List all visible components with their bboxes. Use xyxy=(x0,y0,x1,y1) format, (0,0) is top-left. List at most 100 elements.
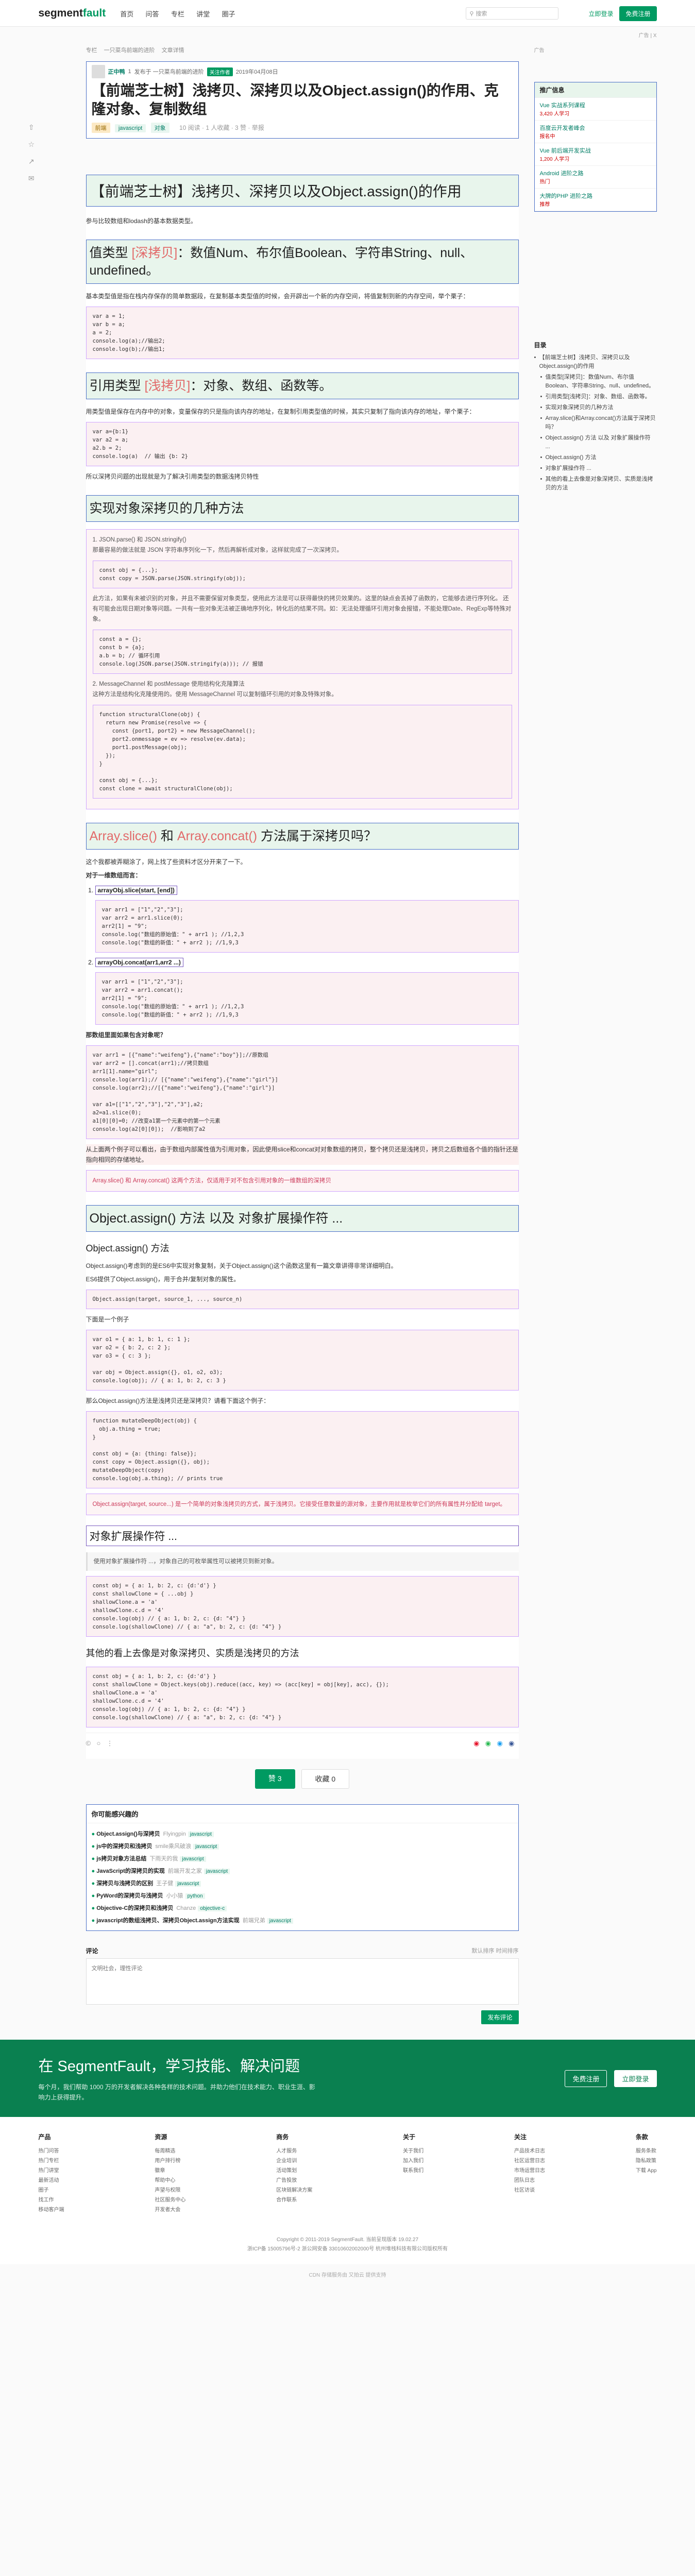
nav-lecture[interactable]: 讲堂 xyxy=(196,10,210,18)
crumb-column[interactable]: 专栏 xyxy=(86,47,97,54)
related-item-title[interactable]: JavaScript的深拷贝的实现 xyxy=(96,1868,165,1874)
footer-link[interactable]: 下载 App xyxy=(636,2166,657,2176)
tag[interactable]: javascript xyxy=(114,124,146,132)
promo-item[interactable]: 大牌的PHP 进阶之路 推荐 xyxy=(534,189,656,211)
tag[interactable]: 对象 xyxy=(150,123,169,133)
avatar[interactable] xyxy=(91,65,105,78)
related-item[interactable]: ● js中的深拷贝和浅拷贝 smile乘风破浪 javascript xyxy=(92,1840,513,1852)
footer-link[interactable]: 找工作 xyxy=(39,2195,64,2205)
related-item-tag[interactable]: javascript xyxy=(193,1844,219,1850)
toc-item[interactable]: Array.slice()和Array.concat()方法属于深拷贝吗？ xyxy=(534,414,657,432)
footer-link[interactable]: 热门讲堂 xyxy=(39,2166,64,2176)
related-item[interactable]: ● js拷贝对象方法总结 下雨天的我 javascript xyxy=(92,1852,513,1865)
ad-tip[interactable]: 广告 | X xyxy=(39,27,657,46)
copyright-icon[interactable]: © xyxy=(86,1739,91,1747)
crumb-series[interactable]: 一只菜鸟前端的进阶 xyxy=(104,47,155,54)
related-item-tag[interactable]: javascript xyxy=(267,1918,293,1924)
related-item[interactable]: ● javascript的数组浅拷贝、深拷贝Object.assign方法实现前… xyxy=(92,1914,513,1926)
footer-link[interactable]: 服务条款 xyxy=(636,2146,657,2156)
footer-link[interactable]: 团队日志 xyxy=(514,2176,545,2185)
sidebar-ad[interactable]: 广告 xyxy=(534,46,657,77)
footer-link[interactable]: 热门问答 xyxy=(39,2146,64,2156)
footer-link[interactable]: 圈子 xyxy=(39,2185,64,2195)
site-logo[interactable]: segmentfault xyxy=(39,7,106,20)
related-item-title[interactable]: javascript的数组浅拷贝、深拷贝Object.assign方法实现 xyxy=(96,1918,240,1924)
footer-link[interactable]: 区块链解决方案 xyxy=(276,2185,312,2195)
footer-link[interactable]: 广告投放 xyxy=(276,2176,312,2185)
footer-link[interactable]: 加入我们 xyxy=(403,2156,423,2166)
tag[interactable]: 前端 xyxy=(91,123,110,133)
icp-line[interactable]: 浙ICP备 15005796号-2 浙公网安备 33010602002000号 … xyxy=(0,2245,695,2254)
author-name[interactable]: 正中鸭 xyxy=(108,67,125,76)
toc-item[interactable]: 对象扩展操作符 ... xyxy=(534,464,657,473)
related-item[interactable]: ● PyWord的深拷贝与浅拷贝 小小猿 python xyxy=(92,1889,513,1902)
related-item-title[interactable]: js中的深拷贝和浅拷贝 xyxy=(96,1843,152,1850)
footer-link[interactable]: 社区访谈 xyxy=(514,2185,545,2195)
login-link[interactable]: 立即登录 xyxy=(588,9,613,18)
related-item[interactable]: ● JavaScript的深拷贝的实现 前端开发之家 javascript xyxy=(92,1865,513,1877)
footer-link[interactable]: 最新活动 xyxy=(39,2176,64,2185)
promo-item[interactable]: Vue 实战系列课程 3,420 人学习 xyxy=(534,98,656,121)
banner-login-button[interactable]: 立即登录 xyxy=(614,2070,657,2087)
footer-link[interactable]: 移动客户端 xyxy=(39,2205,64,2215)
vote-button[interactable]: 赞 3 xyxy=(255,1769,295,1789)
related-item-title[interactable]: Object.assign()与深拷贝 xyxy=(96,1831,160,1837)
comment-icon[interactable]: ✉ xyxy=(28,174,35,183)
footer-link[interactable]: 人才服务 xyxy=(276,2146,312,2156)
search-input[interactable]: ⚲ 搜索 xyxy=(466,7,559,20)
toc-item[interactable]: 其他的看上去像是对象深拷贝、实质是浅拷贝的方法 xyxy=(534,475,657,493)
footer-link[interactable]: 隐私政策 xyxy=(636,2156,657,2166)
register-button[interactable]: 免费注册 xyxy=(619,6,657,21)
footer-link[interactable]: 市场运营日志 xyxy=(514,2166,545,2176)
related-item-tag[interactable]: javascript xyxy=(180,1856,206,1862)
toc-item[interactable]: 【前端芝士树】浅拷贝、深拷贝以及Object.assign()的作用 xyxy=(534,353,657,371)
facebook-icon[interactable]: ◉ xyxy=(508,1739,514,1747)
footer-link[interactable]: 社区服务中心 xyxy=(155,2195,185,2205)
footer-link[interactable]: 联系我们 xyxy=(403,2166,423,2176)
footer-link[interactable]: 徽章 xyxy=(155,2166,185,2176)
promo-item[interactable]: Vue 前后端开发实战 1,200 人学习 xyxy=(534,143,656,166)
footer-link[interactable]: 社区运营日志 xyxy=(514,2156,545,2166)
footer-link[interactable]: 合作联系 xyxy=(276,2195,312,2205)
promo-item-title[interactable]: Vue 实战系列课程 xyxy=(540,101,651,109)
nav-column[interactable]: 专栏 xyxy=(171,10,184,18)
promo-item[interactable]: 百度云开发者峰会 报名中 xyxy=(534,121,656,143)
like-icon[interactable]: ⇧ xyxy=(28,123,35,132)
more-icon[interactable]: ⋮ xyxy=(107,1739,113,1747)
related-item-title[interactable]: 深拷贝与浅拷贝的区别 xyxy=(96,1880,153,1887)
creative-commons-icon[interactable]: ○ xyxy=(96,1739,100,1747)
related-item-tag[interactable]: python xyxy=(185,1893,205,1899)
related-item-title[interactable]: Objective-C的深拷贝和浅拷贝 xyxy=(96,1905,173,1911)
related-item[interactable]: ● 深拷贝与浅拷贝的区别 王子健 javascript xyxy=(92,1877,513,1889)
related-item-tag[interactable]: javascript xyxy=(204,1869,230,1874)
nav-qa[interactable]: 问答 xyxy=(146,10,159,18)
related-item-title[interactable]: js拷贝对象方法总结 xyxy=(96,1856,146,1862)
weibo-icon[interactable]: ◉ xyxy=(473,1739,479,1747)
share-icon[interactable]: ↗ xyxy=(28,157,35,166)
toc-item[interactable]: 值类型[深拷贝]：数值Num、布尔值Boolean、字符串String、null… xyxy=(534,373,657,391)
related-item[interactable]: ● Objective-C的深拷贝和浅拷贝 Chanze objective-c xyxy=(92,1902,513,1914)
related-item[interactable]: ● Object.assign()与深拷贝 Flyingpin javascript xyxy=(92,1827,513,1840)
comment-input[interactable] xyxy=(86,1958,519,2005)
footer-link[interactable]: 关于我们 xyxy=(403,2146,423,2156)
promo-item[interactable]: Android 进阶之路 热门 xyxy=(534,166,656,189)
follow-button[interactable]: 关注作者 xyxy=(207,67,233,76)
related-item-title[interactable]: PyWord的深拷贝与浅拷贝 xyxy=(96,1893,163,1899)
related-item-tag[interactable]: objective-c xyxy=(198,1906,227,1911)
publish-button[interactable]: 发布评论 xyxy=(481,2010,519,2024)
nav-home[interactable]: 首页 xyxy=(120,10,133,18)
banner-register-button[interactable]: 免费注册 xyxy=(565,2070,607,2087)
toc-item[interactable]: Object.assign() 方法 xyxy=(534,453,657,462)
wechat-icon[interactable]: ◉ xyxy=(485,1739,491,1747)
footer-link[interactable]: 热门专栏 xyxy=(39,2156,64,2166)
promo-item-title[interactable]: 百度云开发者峰会 xyxy=(540,124,651,132)
promo-item-title[interactable]: Android 进阶之路 xyxy=(540,169,651,177)
footer-link[interactable]: 产品技术日志 xyxy=(514,2146,545,2156)
footer-link[interactable]: 声望与权限 xyxy=(155,2185,185,2195)
bookmark-icon[interactable]: ☆ xyxy=(28,140,35,149)
nav-circle[interactable]: 圈子 xyxy=(222,10,235,18)
promo-item-title[interactable]: Vue 前后端开发实战 xyxy=(540,146,651,155)
toc-item[interactable]: 实现对象深拷贝的几种方法 xyxy=(534,403,657,412)
promo-item-title[interactable]: 大牌的PHP 进阶之路 xyxy=(540,192,651,200)
comment-sort[interactable]: 默认排序 时间排序 xyxy=(471,1946,518,1955)
